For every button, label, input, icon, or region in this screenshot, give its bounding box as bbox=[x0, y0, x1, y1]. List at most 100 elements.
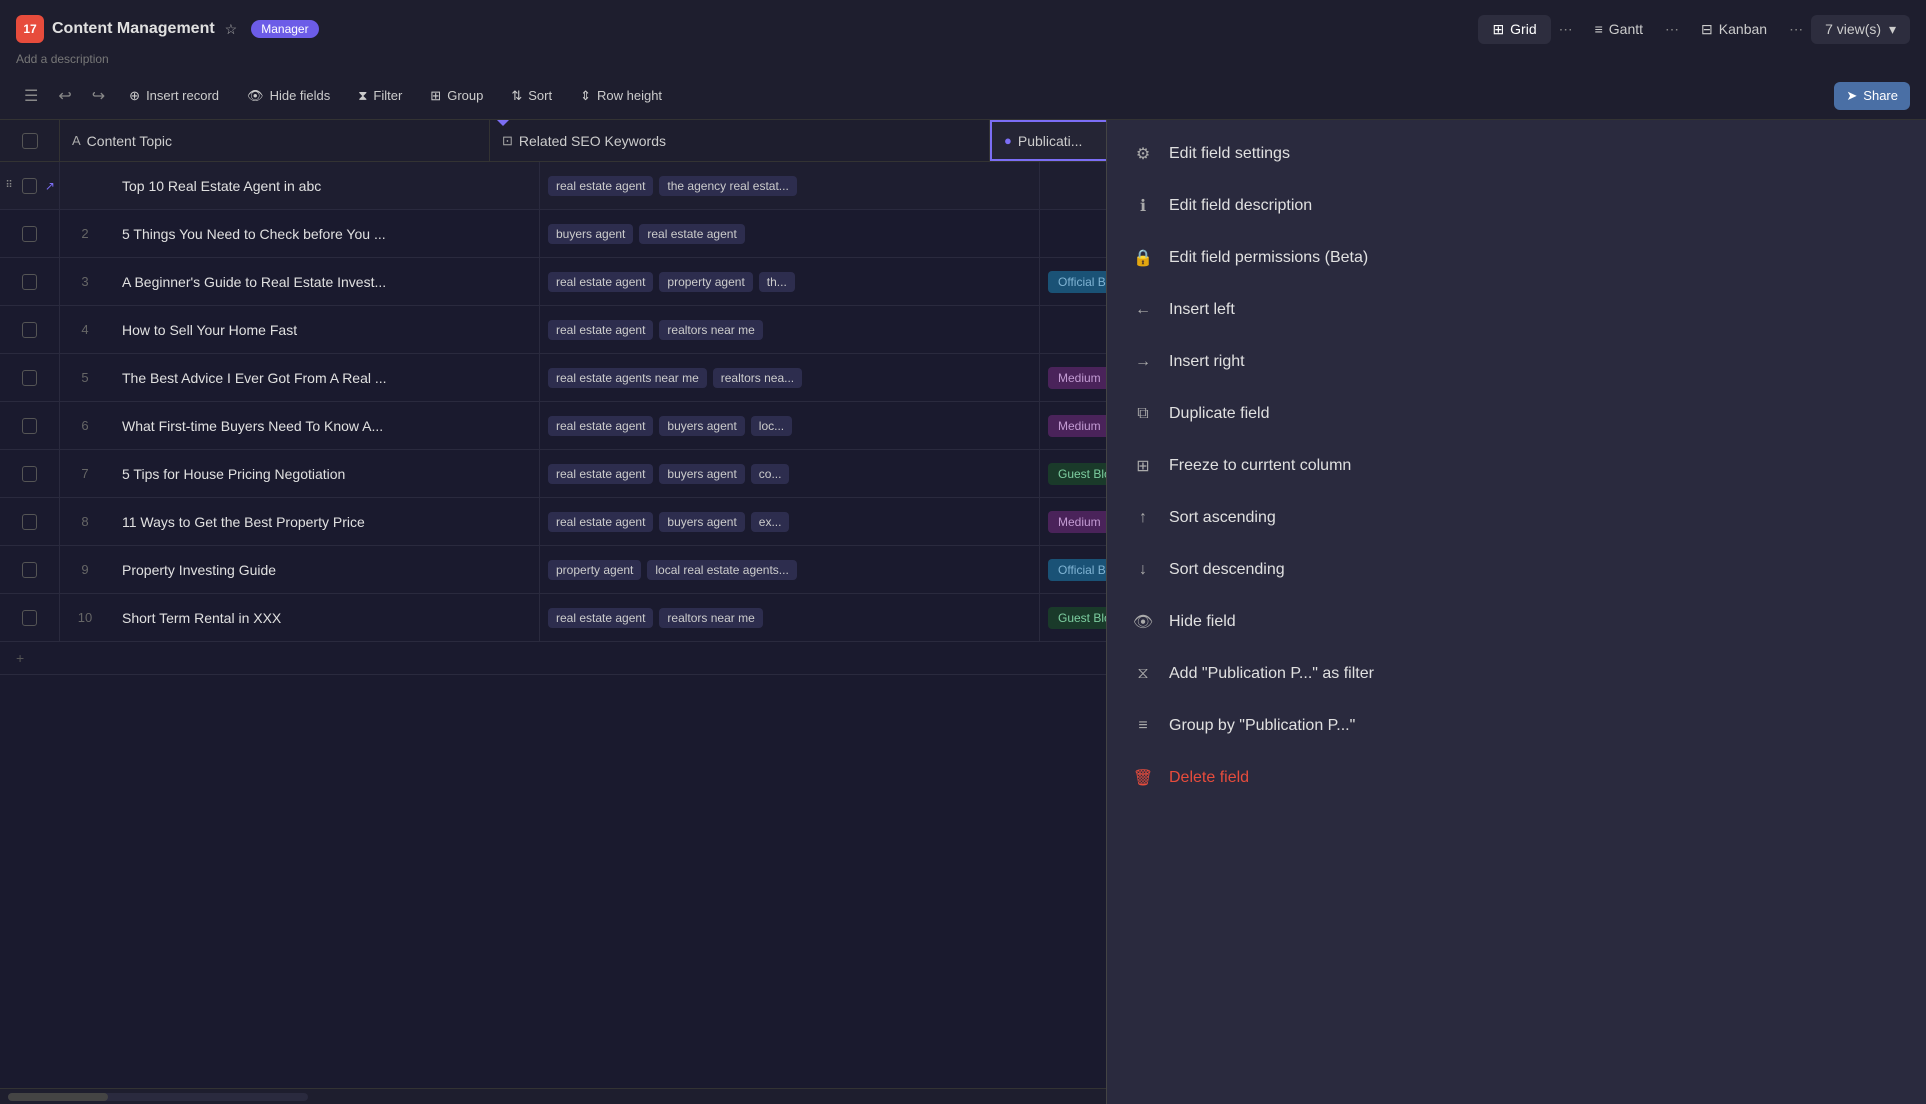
row-keywords: property agentlocal real estate agents..… bbox=[540, 546, 1040, 593]
expand-icon[interactable]: ↗ bbox=[41, 179, 59, 193]
row-checkbox[interactable] bbox=[22, 466, 37, 482]
tab-grid[interactable]: ⊞ Grid bbox=[1478, 15, 1550, 44]
row-checkbox[interactable] bbox=[22, 274, 37, 290]
filter-icon: ⧗ bbox=[358, 88, 367, 104]
row-checkbox-col: ⠿ ↗ bbox=[0, 210, 60, 257]
tab-kanban[interactable]: ⊟ Kanban bbox=[1687, 15, 1781, 44]
row-topic[interactable]: 5 Things You Need to Check before You ..… bbox=[110, 210, 540, 257]
scroll-bar[interactable] bbox=[0, 1088, 1106, 1104]
kanban-more-icon[interactable]: ⋯ bbox=[1785, 17, 1807, 42]
menu-item-add-filter[interactable]: ⧖ Add "Publication P..." as filter bbox=[1107, 648, 1926, 700]
row-checkbox[interactable] bbox=[22, 610, 37, 626]
row-height-icon: ⇕ bbox=[580, 88, 591, 104]
menu-item-edit-field-description[interactable]: ℹ Edit field description bbox=[1107, 180, 1926, 232]
row-height-button[interactable]: ⇕ Row height bbox=[568, 82, 674, 110]
insert-record-button[interactable]: ⊕ Insert record bbox=[117, 82, 231, 110]
row-keywords: real estate agentproperty agentth... bbox=[540, 258, 1040, 305]
star-icon[interactable]: ☆ bbox=[225, 21, 238, 38]
row-topic[interactable]: A Beginner's Guide to Real Estate Invest… bbox=[110, 258, 540, 305]
select-all-checkbox[interactable] bbox=[22, 133, 38, 149]
expand-icon: ↗ bbox=[41, 419, 59, 433]
row-checkbox[interactable] bbox=[22, 226, 37, 242]
menu-item-duplicate-field[interactable]: ⧉ Duplicate field bbox=[1107, 388, 1926, 440]
description[interactable]: Add a description bbox=[0, 52, 1926, 72]
row-checkbox[interactable] bbox=[22, 514, 37, 530]
row-topic[interactable]: 5 Tips for House Pricing Negotiation bbox=[110, 450, 540, 497]
filter-button[interactable]: ⧗ Filter bbox=[346, 82, 414, 110]
row-topic[interactable]: The Best Advice I Ever Got From A Real .… bbox=[110, 354, 540, 401]
row-checkbox[interactable] bbox=[22, 418, 37, 434]
menu-icon-delete-field: 🗑 bbox=[1131, 766, 1155, 790]
menu-item-sort-descending[interactable]: ↓ Sort descending bbox=[1107, 544, 1926, 596]
scroll-thumb bbox=[8, 1093, 108, 1101]
sidebar-toggle[interactable]: ☰ bbox=[16, 82, 46, 110]
drag-handle[interactable]: ⠿ bbox=[0, 612, 18, 623]
expand-icon: ↗ bbox=[41, 323, 59, 337]
publication-badge: Medium bbox=[1048, 415, 1111, 437]
grid-more-icon[interactable]: ⋯ bbox=[1555, 17, 1577, 42]
menu-item-hide-field[interactable]: 👁 Hide field bbox=[1107, 596, 1926, 648]
menu-icon-freeze-column: ⊞ bbox=[1131, 454, 1155, 478]
row-number: 10 bbox=[60, 594, 110, 641]
menu-icon-insert-left: ← bbox=[1131, 298, 1155, 322]
header: 17 Content Management ☆ Manager ⊞ Grid ⋯… bbox=[0, 0, 1926, 72]
menu-item-delete-field[interactable]: 🗑 Delete field bbox=[1107, 752, 1926, 804]
kanban-icon: ⊟ bbox=[1701, 21, 1713, 38]
row-checkbox[interactable] bbox=[22, 562, 37, 578]
undo-button[interactable]: ↩ bbox=[50, 82, 79, 110]
drag-handle[interactable]: ⠿ bbox=[0, 372, 18, 383]
row-checkbox[interactable] bbox=[22, 178, 37, 194]
drag-handle[interactable]: ⠿ bbox=[0, 324, 18, 335]
menu-item-edit-field-permissions[interactable]: 🔒 Edit field permissions (Beta) bbox=[1107, 232, 1926, 284]
row-keywords: real estate agentrealtors near me bbox=[540, 306, 1040, 353]
menu-item-sort-ascending[interactable]: ↑ Sort ascending bbox=[1107, 492, 1926, 544]
row-topic[interactable]: What First-time Buyers Need To Know A... bbox=[110, 402, 540, 449]
row-topic[interactable]: Short Term Rental in XXX bbox=[110, 594, 540, 641]
drag-handle[interactable]: ⠿ bbox=[0, 420, 18, 431]
drag-handle[interactable]: ⠿ bbox=[0, 516, 18, 527]
row-checkbox-col: ⠿ ↗ bbox=[0, 450, 60, 497]
menu-icon-add-filter: ⧖ bbox=[1131, 662, 1155, 686]
keyword-tag: realtors nea... bbox=[713, 368, 802, 388]
menu-label-group-by: Group by "Publication P..." bbox=[1169, 717, 1355, 735]
row-topic[interactable]: Top 10 Real Estate Agent in abc bbox=[110, 162, 540, 209]
row-topic[interactable]: Property Investing Guide bbox=[110, 546, 540, 593]
share-button[interactable]: ➤ Share bbox=[1834, 82, 1910, 110]
menu-item-group-by[interactable]: ≡ Group by "Publication P..." bbox=[1107, 700, 1926, 752]
drag-handle[interactable]: ⠿ bbox=[0, 564, 18, 575]
row-topic[interactable]: 11 Ways to Get the Best Property Price bbox=[110, 498, 540, 545]
redo-button[interactable]: ↪ bbox=[84, 82, 113, 110]
column-header-keywords[interactable]: ⊡ Related SEO Keywords bbox=[490, 120, 990, 161]
publication-badge: Medium bbox=[1048, 511, 1111, 533]
drag-handle[interactable]: ⠿ bbox=[0, 276, 18, 287]
keyword-tag: realtors near me bbox=[659, 608, 762, 628]
app-icon: 17 bbox=[16, 15, 44, 43]
menu-label-insert-right: Insert right bbox=[1169, 353, 1245, 371]
drag-handle[interactable]: ⠿ bbox=[0, 468, 18, 479]
sort-indicator bbox=[495, 120, 511, 126]
row-number: 3 bbox=[60, 258, 110, 305]
context-menu: ⚙ Edit field settings ℹ Edit field descr… bbox=[1106, 120, 1926, 1104]
keyword-tag: real estate agent bbox=[548, 608, 653, 628]
menu-item-edit-field-settings[interactable]: ⚙ Edit field settings bbox=[1107, 128, 1926, 180]
menu-icon-duplicate-field: ⧉ bbox=[1131, 402, 1155, 426]
group-button[interactable]: ⊞ Group bbox=[418, 82, 495, 110]
menu-item-insert-right[interactable]: → Insert right bbox=[1107, 336, 1926, 388]
keyword-tag: real estate agent bbox=[548, 176, 653, 196]
sort-button[interactable]: ⇅ Sort bbox=[499, 82, 564, 110]
tab-gantt[interactable]: ≡ Gantt bbox=[1581, 15, 1657, 43]
row-checkbox[interactable] bbox=[22, 322, 37, 338]
row-checkbox[interactable] bbox=[22, 370, 37, 386]
hide-fields-button[interactable]: 👁 Hide fields bbox=[235, 82, 342, 110]
gantt-more-icon[interactable]: ⋯ bbox=[1661, 17, 1683, 42]
column-header-topic[interactable]: A Content Topic bbox=[60, 120, 490, 161]
row-number bbox=[60, 162, 110, 209]
row-checkbox-col: ⠿ ↗ bbox=[0, 546, 60, 593]
menu-item-insert-left[interactable]: ← Insert left bbox=[1107, 284, 1926, 336]
row-checkbox-col: ⠿ ↗ bbox=[0, 498, 60, 545]
drag-handle[interactable]: ⠿ bbox=[0, 180, 18, 191]
views-count[interactable]: 7 view(s) ▾ bbox=[1811, 15, 1910, 44]
menu-item-freeze-column[interactable]: ⊞ Freeze to currtent column bbox=[1107, 440, 1926, 492]
row-topic[interactable]: How to Sell Your Home Fast bbox=[110, 306, 540, 353]
drag-handle[interactable]: ⠿ bbox=[0, 228, 18, 239]
